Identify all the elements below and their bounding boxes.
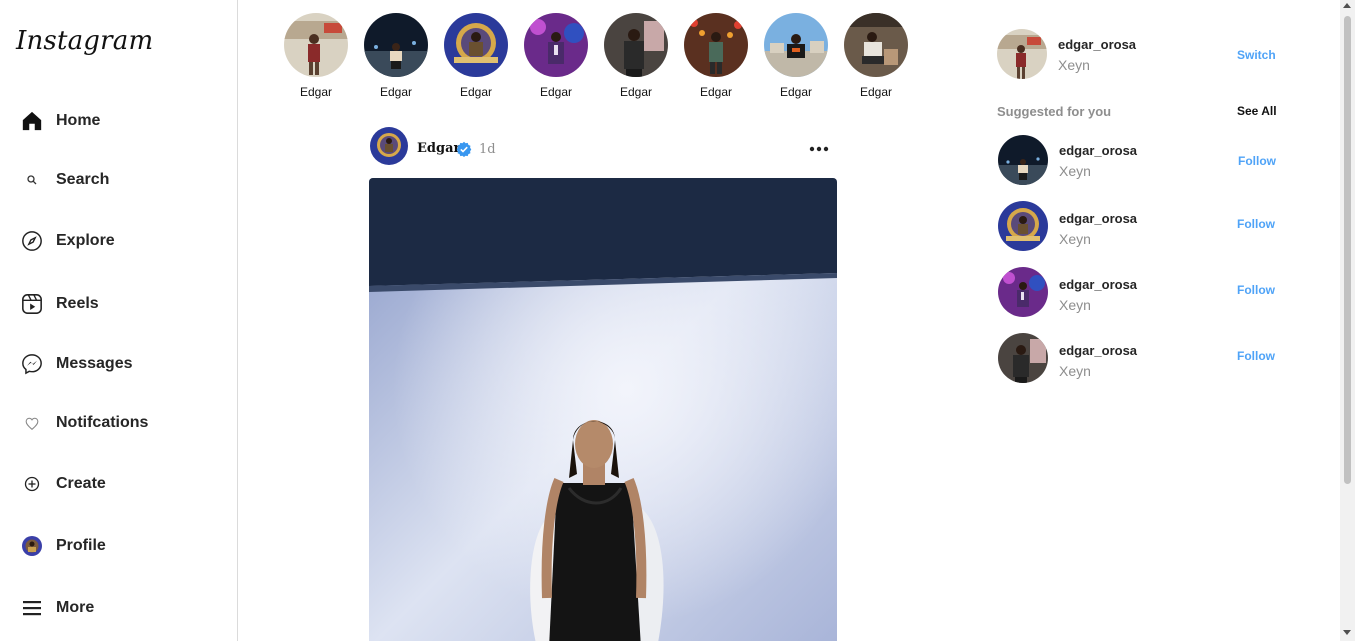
sidebar-item-label: Reels	[56, 295, 99, 312]
sidebar-item-label: Notifcations	[56, 414, 149, 431]
profile-avatar	[20, 534, 44, 558]
instagram-logo[interactable]: Instagram	[16, 26, 153, 56]
story-name: Edgar	[859, 85, 893, 99]
story-avatar	[364, 13, 428, 77]
story-name: Edgar	[779, 85, 813, 99]
sidebar-item-label: Search	[56, 171, 110, 188]
sidebar-item-home[interactable]: Home	[0, 101, 237, 141]
suggestion-name: Xeyn	[1059, 297, 1091, 313]
suggestion-name: Xeyn	[1059, 231, 1091, 247]
follow-button[interactable]: Follow	[1237, 349, 1275, 363]
suggestion-username[interactable]: edgar_orosa	[1059, 277, 1137, 292]
sidebar-item-reels[interactable]: Reels	[0, 284, 237, 324]
story-name: Edgar	[619, 85, 653, 99]
suggested-heading: Suggested for you	[997, 104, 1112, 119]
story-avatar	[684, 13, 748, 77]
sidebar-item-search[interactable]: Search	[0, 160, 237, 200]
story-item[interactable]: Edgar	[836, 13, 916, 103]
story-name: Edgar	[299, 85, 333, 99]
story-avatar	[764, 13, 828, 77]
sidebar-item-create[interactable]: Create	[0, 464, 237, 504]
story-item[interactable]: Edgar	[436, 13, 516, 103]
post-image[interactable]	[369, 178, 837, 641]
suggestion-name: Xeyn	[1059, 163, 1091, 179]
scroll-down-icon[interactable]	[1343, 630, 1351, 635]
sidebar-item-label: Home	[56, 112, 101, 129]
suggestion-username[interactable]: edgar_orosa	[1059, 143, 1137, 158]
sidebar-item-label: Explore	[56, 232, 115, 249]
suggestion-avatar[interactable]	[998, 267, 1048, 317]
messenger-icon	[20, 352, 44, 376]
story-avatar	[284, 13, 348, 77]
more-dots-icon[interactable]	[807, 139, 831, 159]
scroll-thumb[interactable]	[1344, 16, 1351, 484]
story-avatar	[524, 13, 588, 77]
sidebar: Instagram Home Search Explore Reels Mess…	[0, 0, 238, 641]
sidebar-item-explore[interactable]: Explore	[0, 221, 237, 261]
suggestion-username[interactable]: edgar_orosa	[1059, 343, 1137, 358]
post-username[interactable]: Edgar	[417, 141, 460, 156]
sidebar-item-label: Messages	[56, 355, 133, 372]
sidebar-item-messages[interactable]: Messages	[0, 344, 237, 384]
post-timestamp: 1d	[479, 142, 496, 157]
story-avatar	[604, 13, 668, 77]
follow-button[interactable]: Follow	[1237, 217, 1275, 231]
story-item[interactable]: Edgar	[356, 13, 436, 103]
sidebar-item-more[interactable]: More	[0, 588, 237, 628]
see-all-link[interactable]: See All	[1237, 104, 1277, 118]
current-user-name: Xeyn	[1058, 57, 1090, 73]
story-item[interactable]: Edgar	[596, 13, 676, 103]
sidebar-item-label: More	[56, 599, 95, 616]
sidebar-item-label: Create	[56, 475, 106, 492]
current-user-username[interactable]: edgar_orosa	[1058, 37, 1136, 52]
home-icon	[20, 109, 44, 133]
hamburger-icon	[20, 596, 44, 620]
compass-icon	[20, 229, 44, 253]
story-item[interactable]: Edgar	[756, 13, 836, 103]
story-name: Edgar	[699, 85, 733, 99]
scroll-up-icon[interactable]	[1343, 3, 1351, 8]
story-name: Edgar	[539, 85, 573, 99]
suggestion-name: Xeyn	[1059, 363, 1091, 379]
plus-circle-icon	[20, 472, 44, 496]
follow-button[interactable]: Follow	[1238, 154, 1276, 168]
sidebar-item-notifications[interactable]: Notifcations	[0, 403, 237, 443]
sidebar-item-profile[interactable]: Profile	[0, 526, 237, 566]
story-name: Edgar	[459, 85, 493, 99]
reels-icon	[20, 292, 44, 316]
story-avatar	[844, 13, 908, 77]
suggestion-username[interactable]: edgar_orosa	[1059, 211, 1137, 226]
story-avatar	[444, 13, 508, 77]
page-scrollbar[interactable]	[1340, 0, 1355, 641]
story-item[interactable]: Edgar	[676, 13, 756, 103]
suggestion-avatar[interactable]	[998, 201, 1048, 251]
verified-badge-icon	[456, 141, 472, 157]
current-user-avatar[interactable]	[997, 29, 1047, 79]
switch-button[interactable]: Switch	[1237, 48, 1276, 62]
story-name: Edgar	[379, 85, 413, 99]
search-icon	[20, 168, 44, 192]
follow-button[interactable]: Follow	[1237, 283, 1275, 297]
post-header: Edgar 1d	[369, 127, 837, 171]
suggestion-avatar[interactable]	[998, 135, 1048, 185]
post-avatar[interactable]	[370, 127, 408, 165]
heart-icon	[20, 411, 44, 435]
sidebar-item-label: Profile	[56, 537, 106, 554]
story-item[interactable]: Edgar	[276, 13, 356, 103]
story-item[interactable]: Edgar	[516, 13, 596, 103]
suggestion-avatar[interactable]	[998, 333, 1048, 383]
